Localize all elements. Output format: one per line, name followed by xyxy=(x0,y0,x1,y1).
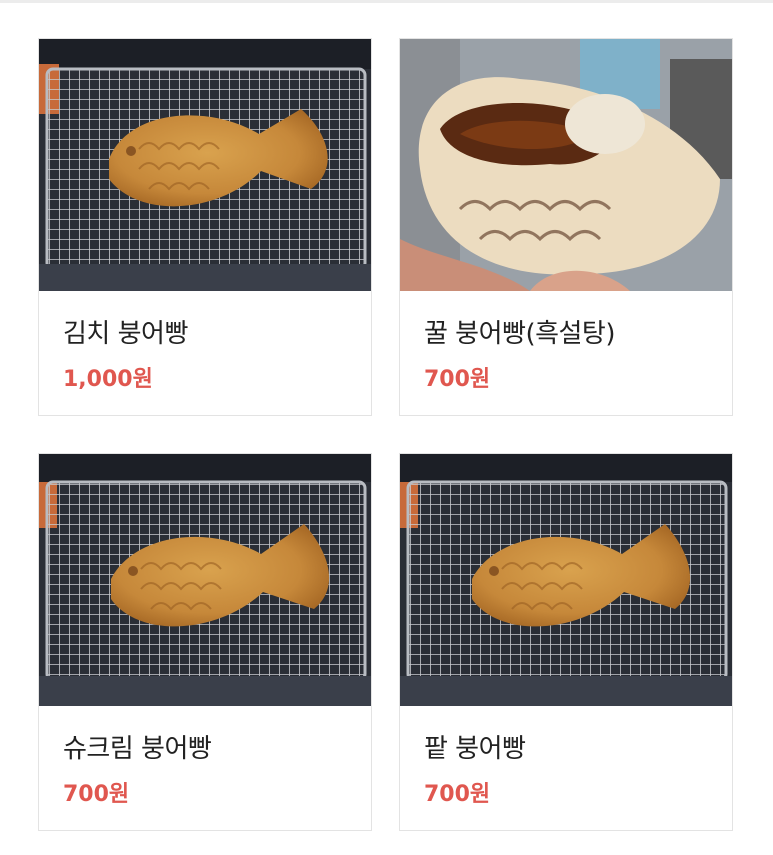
menu-item-price: 1,000원 xyxy=(63,367,153,392)
menu-item-price: 700원 xyxy=(424,367,491,392)
menu-card-info: 팥 붕어빵 700원 xyxy=(400,706,732,830)
top-divider xyxy=(0,0,773,3)
menu-card-honey[interactable]: 꿀 붕어빵(흑설탕) 700원 xyxy=(399,38,733,416)
menu-card-kimchi[interactable]: 김치 붕어빵 1,000원 xyxy=(38,38,372,416)
menu-card-red-bean[interactable]: 팥 붕어빵 700원 xyxy=(399,453,733,831)
menu-card-info: 슈크림 붕어빵 700원 xyxy=(39,706,371,830)
menu-item-price: 700원 xyxy=(63,782,130,807)
menu-item-name: 김치 붕어빵 xyxy=(63,319,188,349)
menu-item-name: 꿀 붕어빵(흑설탕) xyxy=(424,319,616,349)
food-photo xyxy=(400,39,732,291)
menu-card-info: 꿀 붕어빵(흑설탕) 700원 xyxy=(400,291,732,415)
menu-item-name: 슈크림 붕어빵 xyxy=(63,734,212,764)
menu-item-price: 700원 xyxy=(424,782,491,807)
food-photo xyxy=(39,454,371,706)
menu-item-name: 팥 붕어빵 xyxy=(424,734,526,764)
food-photo xyxy=(400,454,732,706)
menu-card-info: 김치 붕어빵 1,000원 xyxy=(39,291,371,415)
menu-card-custard[interactable]: 슈크림 붕어빵 700원 xyxy=(38,453,372,831)
food-photo xyxy=(39,39,371,291)
